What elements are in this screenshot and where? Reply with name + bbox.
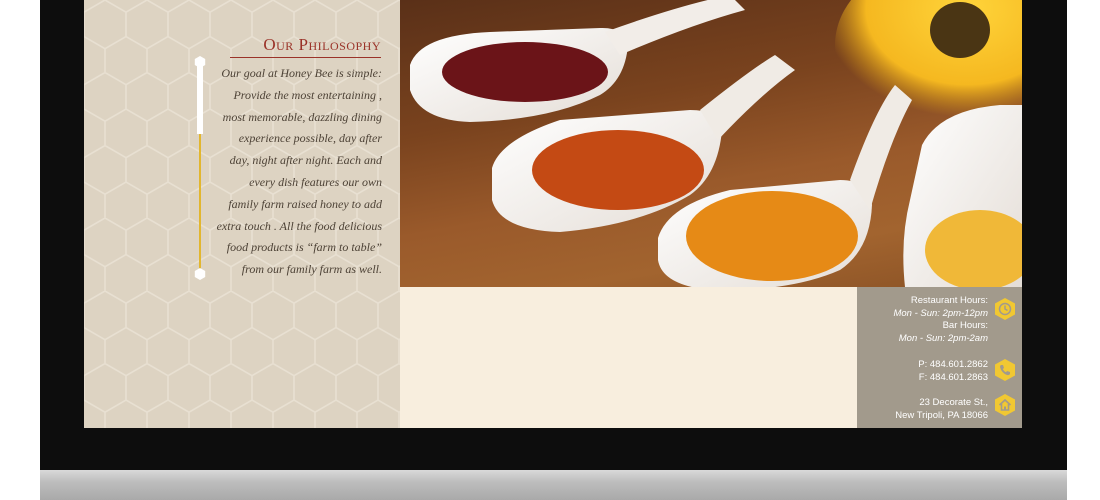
hours-block: Restaurant Hours: Mon - Sun: 2pm-12pm Ba…	[893, 295, 988, 345]
philosophy-line: family farm raised honey to add	[228, 196, 382, 211]
bar-hours: Mon - Sun: 2pm-2am	[898, 332, 988, 344]
timeline-decoration	[194, 56, 206, 281]
address-line2[interactable]: New Tripoli, PA 18066	[895, 410, 988, 423]
philosophy-line: experience possible, day after	[238, 131, 382, 146]
timeline-bar-white	[197, 62, 203, 134]
phone-block: P: 484.601.2862 F: 484.601.2863	[918, 359, 988, 384]
philosophy-text: Our goal at Honey Bee is simple: Provide…	[214, 63, 382, 281]
contact-info-panel: Restaurant Hours: Mon - Sun: 2pm-12pm Ba…	[857, 287, 1022, 428]
bar-hours-label: Bar Hours:	[942, 320, 988, 331]
home-icon[interactable]	[993, 393, 1017, 417]
philosophy-line: day, night after night. Each and	[229, 153, 382, 168]
phone-icon[interactable]	[993, 358, 1017, 382]
monitor-stand	[40, 470, 1067, 500]
restaurant-hours-label: Restaurant Hours:	[910, 295, 988, 306]
fax-number: F: 484.601.2863	[918, 371, 988, 383]
timeline-bar-honey	[199, 134, 201, 270]
philosophy-line: Provide the most entertaining ,	[233, 87, 382, 102]
address-line1[interactable]: 23 Decorate St.,	[895, 397, 988, 410]
philosophy-line: most memorable, dazzling dining	[222, 109, 382, 124]
philosophy-line: extra touch . All the food delicious	[216, 218, 382, 233]
honey-spoons-photo	[400, 0, 1022, 287]
content-area	[400, 287, 857, 428]
hexagon-bottom-icon	[194, 268, 206, 280]
philosophy-line: food products is “farm to table”	[226, 240, 382, 255]
restaurant-hours: Mon - Sun: 2pm-12pm	[893, 307, 988, 319]
address-block: 23 Decorate St., New Tripoli, PA 18066	[895, 397, 988, 422]
philosophy-line: from our family farm as well.	[241, 262, 382, 277]
honey-spoons-illustration	[410, 0, 1022, 287]
phone-number[interactable]: P: 484.601.2862	[918, 359, 988, 372]
philosophy-panel: Our Philosophy Our goal at Honey Bee is …	[84, 0, 400, 428]
philosophy-line: every dish features our own	[249, 174, 382, 189]
philosophy-line: Our goal at Honey Bee is simple:	[221, 66, 382, 80]
clock-icon[interactable]	[993, 297, 1017, 321]
website-screen: Our Philosophy Our goal at Honey Bee is …	[84, 0, 1022, 428]
philosophy-title: Our Philosophy	[230, 35, 381, 58]
